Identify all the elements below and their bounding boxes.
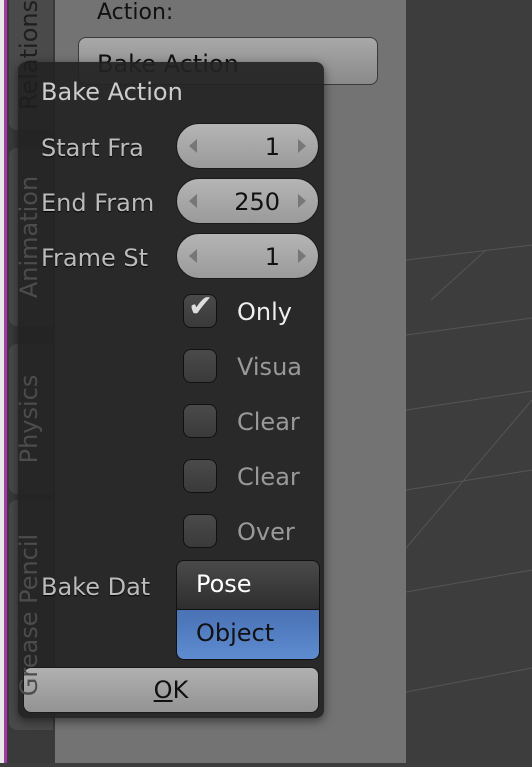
visual-keying-checkbox[interactable] xyxy=(183,349,217,383)
field-value: 1 xyxy=(264,133,280,161)
bake-data-dropdown-menu: Pose Object xyxy=(176,560,320,660)
checkbox-label[interactable]: Visua xyxy=(237,353,302,381)
viewport-grid xyxy=(405,244,532,693)
option-pose[interactable]: Pose xyxy=(177,561,319,610)
start-frame-label: Start Fra xyxy=(41,134,144,162)
field-value: 250 xyxy=(234,188,280,216)
field-value: 1 xyxy=(264,243,280,271)
checkmark-icon: ✔ xyxy=(188,289,214,324)
overwrite-action-checkbox[interactable] xyxy=(183,514,217,548)
start-frame-field[interactable]: 1 xyxy=(176,123,319,169)
bake-action-dialog: Bake Action Start Fra 1 End Fram 250 Fra… xyxy=(18,62,324,718)
action-label: Action: xyxy=(97,0,174,25)
end-frame-label: End Fram xyxy=(41,189,155,217)
checkbox-label[interactable]: Only xyxy=(237,298,292,326)
checkbox-label[interactable]: Clear xyxy=(237,463,300,491)
checkbox-label[interactable]: Clear xyxy=(237,408,300,436)
decrement-arrow-icon[interactable] xyxy=(189,249,197,263)
ok-button[interactable]: OK xyxy=(23,667,319,713)
only-selected-checkbox[interactable]: ✔ xyxy=(183,289,217,328)
checkbox-label[interactable]: Over xyxy=(237,518,295,546)
increment-arrow-icon[interactable] xyxy=(298,139,306,153)
decrement-arrow-icon[interactable] xyxy=(189,139,197,153)
3d-viewport[interactable] xyxy=(405,0,532,763)
dialog-title: Bake Action xyxy=(41,78,183,106)
clear-constraints-checkbox[interactable] xyxy=(183,404,217,438)
frame-step-field[interactable]: 1 xyxy=(176,233,319,279)
frame-step-label: Frame St xyxy=(41,244,149,272)
decrement-arrow-icon[interactable] xyxy=(189,194,197,208)
option-object[interactable]: Object xyxy=(177,610,319,659)
bake-data-label: Bake Dat xyxy=(41,573,151,601)
ok-label: K xyxy=(172,676,189,704)
increment-arrow-icon[interactable] xyxy=(298,194,306,208)
increment-arrow-icon[interactable] xyxy=(298,249,306,263)
ok-mnemonic: O xyxy=(153,676,173,704)
clear-parents-checkbox[interactable] xyxy=(183,459,217,493)
end-frame-field[interactable]: 250 xyxy=(176,178,319,224)
